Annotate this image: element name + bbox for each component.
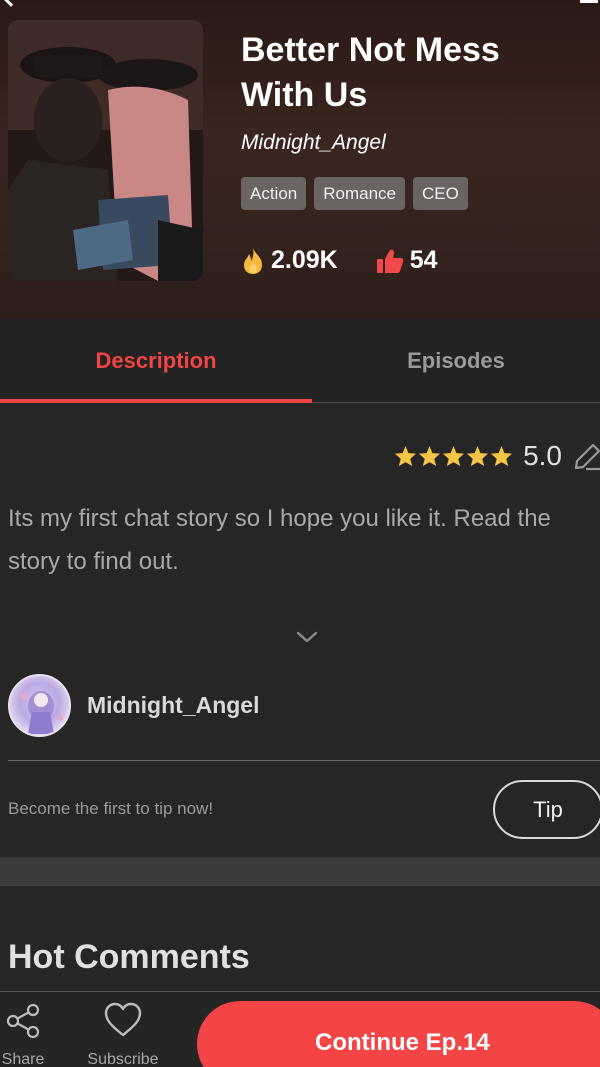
hot-comments-heading: Hot Comments	[8, 938, 250, 976]
star-icon	[395, 445, 417, 467]
fire-icon	[244, 247, 262, 274]
cover-illustration	[8, 20, 203, 281]
book-author[interactable]: Midnight_Angel	[241, 131, 386, 155]
chevron-down-icon[interactable]	[296, 630, 318, 644]
avatar-image	[20, 691, 63, 734]
divider	[8, 760, 600, 761]
share-icon	[6, 1003, 40, 1039]
active-tab-indicator	[0, 399, 312, 403]
book-cover	[8, 20, 203, 281]
book-header: Better Not Mess With Us Midnight_Angel A…	[0, 0, 600, 319]
star-icon	[419, 445, 441, 467]
subscribe-label: Subscribe	[87, 1051, 159, 1067]
tip-button[interactable]: Tip	[493, 780, 600, 839]
author-card[interactable]: Midnight_Angel	[8, 674, 259, 737]
author-name[interactable]: Midnight_Angel	[87, 692, 259, 719]
continue-reading-button[interactable]: Continue Ep.14	[197, 1001, 600, 1067]
views-count: 2.09K	[271, 246, 338, 274]
tag-romance[interactable]: Romance	[314, 177, 406, 210]
avatar[interactable]	[8, 674, 71, 737]
share-label: Share	[1, 1051, 45, 1067]
book-stats: 2.09K 54	[241, 246, 438, 275]
tab-episodes[interactable]: Episodes	[312, 319, 600, 403]
section-separator	[0, 857, 600, 886]
star-icon	[467, 445, 489, 467]
thumbs-up-icon	[376, 249, 404, 273]
share-button[interactable]: Share	[0, 1002, 46, 1067]
genre-tags: Action Romance CEO	[241, 177, 468, 210]
star-icon	[491, 445, 513, 467]
tab-description[interactable]: Description	[0, 319, 312, 403]
star-rating	[394, 445, 513, 467]
tag-ceo[interactable]: CEO	[413, 177, 468, 210]
likes-stat[interactable]: 54	[376, 246, 438, 275]
likes-count: 54	[409, 246, 438, 274]
tag-action[interactable]: Action	[241, 177, 307, 210]
star-icon	[443, 445, 465, 467]
subscribe-button[interactable]: Subscribe	[78, 1002, 168, 1067]
views-stat: 2.09K	[241, 246, 338, 275]
heart-icon	[104, 1002, 142, 1037]
edit-pencil-icon[interactable]	[572, 441, 600, 471]
rating-value: 5.0	[523, 440, 562, 471]
tip-prompt: Become the first to tip now!	[8, 799, 214, 818]
rating-row: 5.0	[394, 440, 600, 472]
description-text: Its my first chat story so I hope you li…	[8, 505, 551, 575]
back-arrow-icon[interactable]	[1, 0, 21, 7]
content-tabs: Description Episodes	[0, 319, 600, 403]
menu-icon[interactable]	[580, 0, 598, 3]
book-title: Better Not Mess With Us	[241, 31, 500, 114]
